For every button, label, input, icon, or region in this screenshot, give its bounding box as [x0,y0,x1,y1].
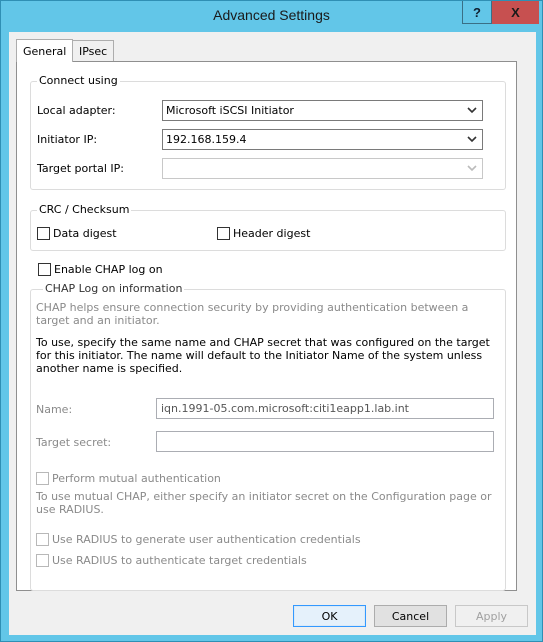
local-adapter-select[interactable]: Microsoft iSCSI Initiator [162,100,483,121]
cancel-button[interactable]: Cancel [374,605,447,627]
local-adapter-label: Local adapter: [37,104,116,117]
mutual-auth-checkbox[interactable]: Perform mutual authentication [36,472,221,485]
chap-name-input[interactable]: iqn.1991-05.com.microsoft:citi1eapp1.lab… [156,398,494,419]
target-portal-ip-select[interactable] [162,158,483,179]
checkbox-box[interactable] [37,227,50,240]
chevron-down-icon [467,107,477,114]
tab-ipsec[interactable]: IPsec [72,40,115,61]
checkbox-box[interactable] [38,263,51,276]
close-button[interactable]: X [492,1,539,24]
target-secret-input[interactable] [156,431,494,452]
target-portal-ip-label: Target portal IP: [37,162,124,175]
initiator-ip-value: 192.168.159.4 [166,133,247,146]
chap-info-group: CHAP Log on information CHAP helps ensur… [30,282,506,591]
radius-authenticate-checkbox[interactable]: Use RADIUS to authenticate target creden… [36,554,307,567]
help-button[interactable]: ? [462,1,492,24]
radius-authenticate-label: Use RADIUS to authenticate target creden… [52,554,307,567]
radius-generate-label: Use RADIUS to generate user authenticati… [52,533,361,546]
window-title: Advanced Settings [213,7,330,23]
crc-checksum-title: CRC / Checksum [37,203,132,216]
checkbox-box[interactable] [217,227,230,240]
tab-label: IPsec [79,44,108,58]
local-adapter-value: Microsoft iSCSI Initiator [166,104,294,117]
mutual-auth-note: To use mutual CHAP, either specify an in… [36,490,492,516]
mutual-auth-label: Perform mutual authentication [52,472,221,485]
ok-button[interactable]: OK [293,605,366,627]
tab-general[interactable]: General [16,39,74,62]
chap-name-label: Name: [36,403,73,416]
advanced-settings-dialog: Advanced Settings ? X General IPsec Conn… [0,0,543,642]
connect-using-group: Connect using Local adapter: Microsoft i… [30,74,506,190]
initiator-ip-label: Initiator IP: [37,133,98,146]
chap-description: CHAP helps ensure connection security by… [36,301,469,327]
checkbox-box[interactable] [36,472,49,485]
checkbox-box[interactable] [36,533,49,546]
help-icon: ? [473,4,481,20]
crc-checksum-group: CRC / Checksum Data digest Header digest [30,203,506,251]
apply-button[interactable]: Apply [455,605,528,627]
enable-chap-label: Enable CHAP log on [54,263,163,276]
chap-name-value: iqn.1991-05.com.microsoft:citi1eapp1.lab… [161,402,409,415]
general-tab-page: Connect using Local adapter: Microsoft i… [16,61,517,591]
dialog-client-area: General IPsec Connect using Local adapte… [9,32,536,635]
initiator-ip-select[interactable]: 192.168.159.4 [162,129,483,150]
chap-instructions: To use, specify the same name and CHAP s… [36,336,490,375]
header-digest-checkbox[interactable]: Header digest [217,227,310,240]
data-digest-checkbox[interactable]: Data digest [37,227,117,240]
radius-generate-checkbox[interactable]: Use RADIUS to generate user authenticati… [36,533,361,546]
connect-using-title: Connect using [37,74,120,87]
data-digest-label: Data digest [53,227,117,240]
enable-chap-checkbox[interactable]: Enable CHAP log on [38,263,163,276]
chevron-down-icon [467,165,477,172]
chevron-down-icon [467,136,477,143]
checkbox-box[interactable] [36,554,49,567]
tab-label: General [23,44,67,58]
close-icon: X [511,5,520,20]
chap-info-title: CHAP Log on information [43,282,185,295]
header-digest-label: Header digest [233,227,311,240]
target-secret-label: Target secret: [36,436,112,449]
